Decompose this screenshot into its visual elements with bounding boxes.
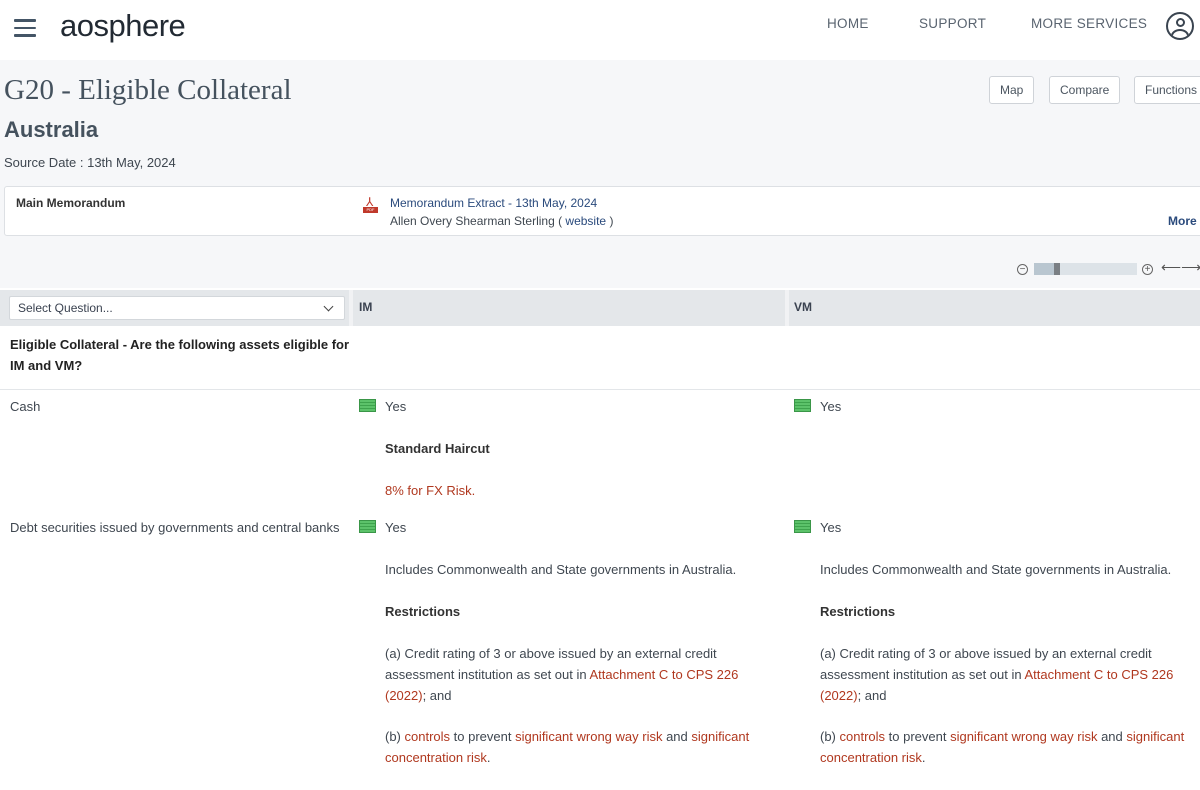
- memorandum-link[interactable]: Memorandum Extract - 13th May, 2024: [390, 196, 597, 210]
- hamburger-menu-icon[interactable]: [14, 19, 36, 37]
- page-title: G20 - Eligible Collateral: [4, 74, 292, 106]
- zoom-control: − + ⟵⟶: [1017, 259, 1200, 277]
- select-question-dropdown[interactable]: Select Question...: [9, 296, 345, 320]
- page-header: G20 - Eligible Collateral Australia Sour…: [0, 60, 1200, 288]
- vm-status: Yes: [820, 520, 842, 535]
- im-haircut-link[interactable]: 8% for FX Risk.: [385, 480, 475, 501]
- im-restriction-a: (a) Credit rating of 3 or above issued b…: [385, 646, 739, 703]
- im-text: Includes Commonwealth and State governme…: [385, 562, 737, 577]
- memorandum-panel: Main Memorandum ⅄ PDF Memorandum Extract …: [4, 186, 1200, 236]
- column-header-im: IM: [359, 300, 373, 314]
- yes-flag-icon: [794, 520, 811, 533]
- compare-button[interactable]: Compare: [1049, 76, 1121, 104]
- logo[interactable]: aosphere: [60, 8, 186, 44]
- zoom-out-icon[interactable]: −: [1017, 264, 1028, 275]
- column-header-vm: VM: [794, 300, 812, 314]
- zoom-slider-thumb[interactable]: [1054, 263, 1060, 275]
- vm-text: Includes Commonwealth and State governme…: [820, 562, 1172, 577]
- asset-label: Debt securities issued by governments an…: [10, 520, 340, 535]
- jurisdiction-title: Australia: [4, 117, 99, 142]
- controls-link[interactable]: controls: [405, 729, 451, 744]
- user-account-icon[interactable]: [1166, 12, 1194, 40]
- author-end: ): [609, 214, 614, 228]
- pdf-icon: ⅄ PDF: [363, 196, 378, 214]
- chevron-down-icon: [323, 301, 334, 312]
- top-navbar: aosphere HOME SUPPORT MORE SERVICES: [0, 0, 1200, 60]
- controls-link[interactable]: controls: [840, 729, 886, 744]
- divider: [0, 389, 1200, 390]
- zoom-in-icon[interactable]: +: [1142, 264, 1153, 275]
- nav-home[interactable]: HOME: [827, 16, 869, 31]
- im-restrictions-heading: Restrictions: [385, 604, 461, 619]
- vm-restriction-a: (a) Credit rating of 3 or above issued b…: [820, 646, 1174, 703]
- select-placeholder: Select Question...: [18, 301, 113, 315]
- map-button[interactable]: Map: [989, 76, 1035, 104]
- zoom-slider[interactable]: [1034, 263, 1137, 275]
- im-sub-heading: Standard Haircut: [385, 441, 490, 456]
- more-link[interactable]: More: [1168, 214, 1197, 228]
- im-status: Yes: [385, 399, 407, 414]
- im-status: Yes: [385, 520, 407, 535]
- vm-restrictions-heading: Restrictions: [820, 604, 896, 619]
- vm-status: Yes: [820, 399, 842, 414]
- yes-flag-icon: [359, 399, 376, 412]
- asset-label: Cash: [10, 399, 41, 414]
- wrong-way-risk-link[interactable]: significant wrong way risk: [515, 729, 662, 744]
- author-text: Allen Overy Shearman Sterling (: [390, 214, 563, 228]
- memorandum-label: Main Memorandum: [16, 196, 126, 210]
- functions-button[interactable]: Functions: [1134, 76, 1200, 104]
- nav-support[interactable]: SUPPORT: [919, 16, 986, 31]
- yes-flag-icon: [359, 520, 376, 533]
- expand-horizontal-icon[interactable]: ⟵⟶: [1161, 259, 1200, 276]
- vm-restriction-b: (b) controls to prevent significant wron…: [820, 729, 1185, 765]
- yes-flag-icon: [794, 399, 811, 412]
- memorandum-author: Allen Overy Shearman Sterling ( website …: [390, 214, 613, 228]
- wrong-way-risk-link[interactable]: significant wrong way risk: [950, 729, 1097, 744]
- question-heading: Eligible Collateral - Are the following …: [10, 337, 350, 373]
- website-link[interactable]: website: [565, 214, 606, 228]
- source-date: Source Date : 13th May, 2024: [4, 155, 176, 170]
- im-restriction-b: (b) controls to prevent significant wron…: [385, 729, 750, 765]
- nav-more-services[interactable]: MORE SERVICES: [1031, 16, 1147, 31]
- table-header: Select Question... IM VM: [0, 290, 1200, 326]
